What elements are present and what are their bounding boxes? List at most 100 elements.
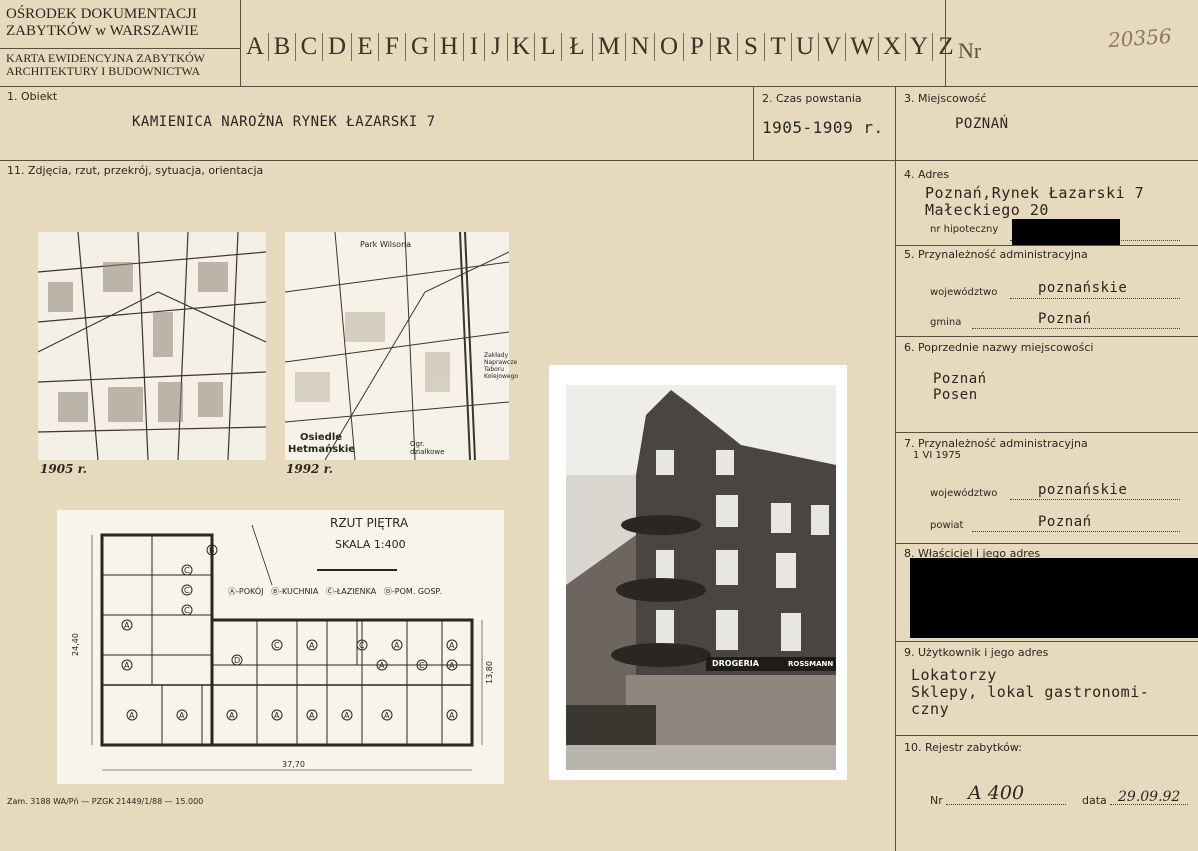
plan-room-label: A [309,711,315,720]
poprzednie-label: 6. Poprzednie nazwy miejscowości [904,341,1094,354]
alphabet-letter: L [534,33,561,61]
plan-room-label: A [384,711,390,720]
alphabet-letter: M [592,33,625,61]
map-1992 [285,232,509,460]
plan-room-label: A [229,711,235,720]
alphabet-letter: W [845,33,878,61]
przynaleznosc-label: 5. Przynależność administracyjna [904,248,1088,261]
shop-sign-drogeria: DROGERIA [712,659,759,668]
alphabet-letter: G [405,33,434,61]
map2-label-osiedle: Osiedle [300,432,343,443]
plan-room-label: A [394,641,400,650]
alphabet-letter: T [764,33,791,61]
plan-room-label: C [184,586,190,595]
plan-room-label: A [274,711,280,720]
alphabet-letter: D [322,33,351,61]
nr-label: Nr [958,38,982,63]
alphabet-letter: E [351,33,378,61]
przynaleznosc1975-label: 7. Przynależność administracyjna [904,437,1088,450]
plan-dim-height: 24,40 [70,633,80,656]
alphabet-letter: Ł [561,33,592,61]
uzytkownik-line1: Lokatorzy [911,666,997,684]
alphabet-letter: P [683,33,710,61]
woj-value: poznańskie [1038,280,1128,296]
plan-room-label: A [179,711,185,720]
plan-room-label: C [184,566,190,575]
org-line-2: ZABYTKÓW w WARSZAWIE [6,23,199,39]
alphabet-letter: K [507,33,534,61]
alphabet-letter: A [245,33,265,60]
alphabet-letter: S [737,33,764,61]
przynaleznosc1975-date: 1 VI 1975 [913,450,961,461]
poprzednie-line1: Poznań [933,371,987,387]
rejestr-nr-label: Nr [930,794,943,807]
plan-dim-width: 37,70 [282,760,305,769]
plan-room-label: B [209,546,215,555]
redacted-wlasciciel [910,558,1198,638]
plan-room-label: A [124,661,130,670]
org-line-1: OŚRODEK DOKUMENTACJI [6,6,197,22]
alphabet-index: ABCDEFGHIJKLŁMNOPRSTUVWXYZ [242,18,959,76]
alphabet-letter: R [710,33,737,61]
uzytkownik-line2: Sklepy, lokal gastronomi- [911,683,1150,701]
gmina-label: gmina [930,317,962,328]
alphabet-letter: O [654,33,683,61]
card-type-block: KARTA EWIDENCYJNA ZABYTKÓW ARCHITEKTURY … [6,52,205,78]
shop-sign-rossmann: ROSSMANN [788,660,834,668]
obiekt-value: KAMIENICA NAROŻNA RYNEK ŁAZARSKI 7 [132,114,436,130]
woj-label: województwo [930,287,998,298]
rejestr-nr-value: A 400 [968,782,1025,804]
map-1905 [38,232,266,460]
powiat-value: Poznań [1038,514,1092,530]
plan-room-label: A [124,621,130,630]
map2-label-park: Park Wilsona [360,240,412,249]
floor-plan-drawing: B C C A C D C A A A C A C A A A A A A A A A A [91,525,483,771]
alphabet-letter: I [463,33,484,61]
miejscowosc-value: POZNAŃ [955,116,1009,132]
plan-room-label: A [344,711,350,720]
alphabet-letter: X [878,33,905,61]
adres-line2: Małeckiego 20 [925,201,1049,219]
card-line-2: ARCHITEKTURY I BUDOWNICTWA [6,64,201,78]
alphabet-letter: N [625,33,654,61]
obiekt-label: 1. Obiekt [7,90,58,103]
map2-label-ogr: Ogr. działkowe [410,440,445,456]
plan-room-label: A [379,661,385,670]
gmina-value: Poznań [1038,311,1092,327]
map1-year: 1905 r. [40,462,87,476]
adres-line1: Poznań,Rynek Łazarski 7 [925,184,1145,202]
nr-value: 20356 [1107,23,1173,53]
zdjecia-label: 11. Zdjęcia, rzut, przekrój, sytuacja, o… [7,164,264,177]
plan-room-label: A [309,641,315,650]
miejscowosc-label: 3. Miejscowość [904,92,987,105]
footer-print-note: Zam. 3188 WA/Pń — PZGK 21449/1/88 — 15.0… [7,797,204,806]
uzytkownik-label: 9. Użytkownik i jego adres [904,646,1049,659]
map2-label-zaklady: Zakłady Naprawcze Taboru Kolejowego [484,352,519,380]
woj1975-value: poznańskie [1038,482,1128,498]
plan-room-label: C [274,641,280,650]
plan-room-label: D [234,656,240,665]
woj1975-label: województwo [930,488,998,499]
map2-label-hetmanskie: Hetmańskie [288,444,356,455]
uzytkownik-line3: czny [911,700,950,718]
rejestr-data-label: data [1082,794,1107,807]
building-photo [566,385,836,770]
poprzednie-line2: Posen [933,387,978,403]
plan-room-label: C [419,661,425,670]
alphabet-letter: B [268,33,295,61]
czas-label: 2. Czas powstania [762,92,862,105]
czas-value: 1905-1909 r. [762,118,884,137]
org-name-block: OŚRODEK DOKUMENTACJI ZABYTKÓW w WARSZAWI… [6,6,198,40]
plan-room-label: C [359,641,365,650]
alphabet-letter: J [484,33,507,61]
rejestr-data-value: 29.09.92 [1118,789,1181,805]
alphabet-letter: Y [905,33,932,61]
plan-room-label: A [129,711,135,720]
rejestr-label: 10. Rejestr zabytków: [904,741,1022,754]
redacted-hipoteczny [1012,219,1120,246]
plan-room-label: A [449,641,455,650]
alphabet-letter: F [378,33,405,61]
adres-label: 4. Adres [904,168,950,181]
powiat-label: powiat [930,520,964,531]
plan-room-label: C [184,606,190,615]
